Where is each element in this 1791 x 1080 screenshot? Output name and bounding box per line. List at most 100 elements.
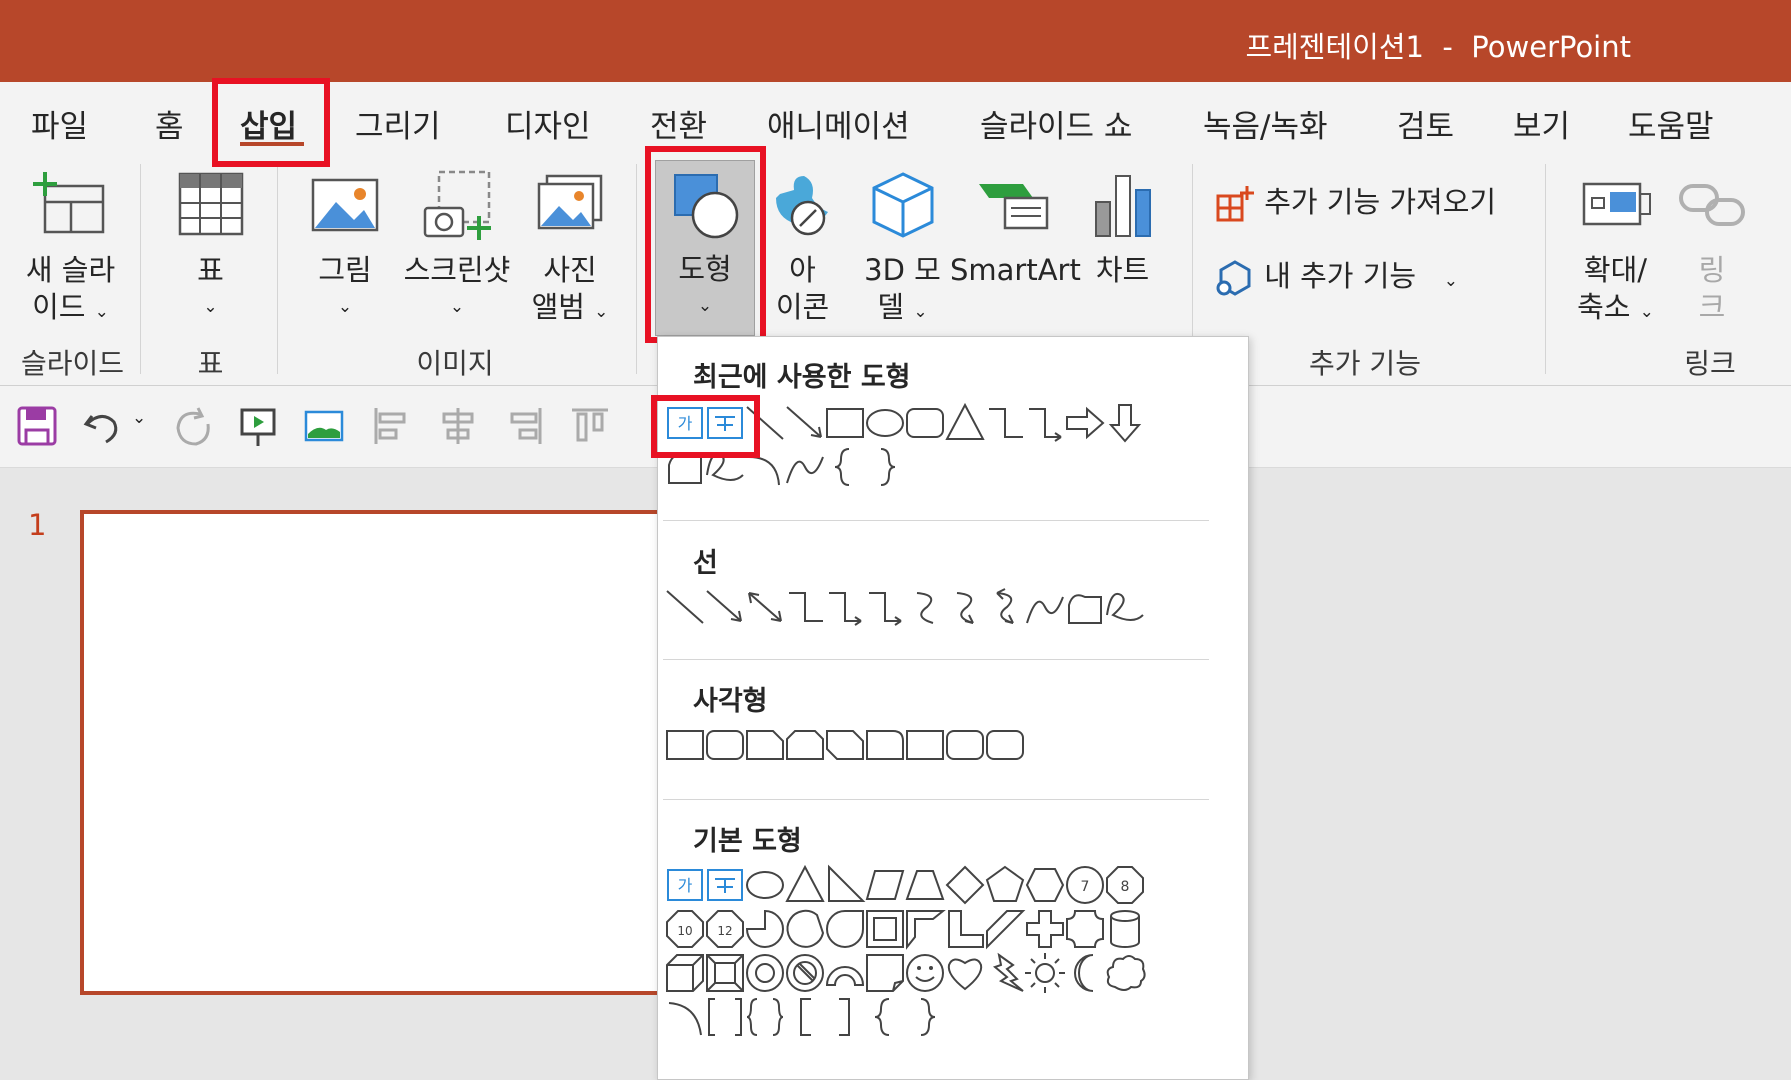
diamond-shape-icon[interactable] xyxy=(943,863,987,907)
blockarc-shape-icon[interactable] xyxy=(823,951,867,995)
pie-shape-icon[interactable] xyxy=(743,907,787,951)
tri-shape-icon[interactable] xyxy=(943,401,987,445)
cloud-shape-icon[interactable] xyxy=(1103,951,1147,995)
zoom-button[interactable]: 확대/ 축소 ⌄ xyxy=(1568,168,1663,331)
donut-shape-icon[interactable] xyxy=(743,951,787,995)
heptagon-shape-icon[interactable]: 7 xyxy=(1063,863,1107,907)
tab-transitions[interactable]: 전환 xyxy=(650,101,707,146)
get-addins-button[interactable]: 추가 기능 가져오기 xyxy=(1215,184,1496,224)
lightning-shape-icon[interactable] xyxy=(983,951,1027,995)
diagstripe-shape-icon[interactable] xyxy=(983,907,1027,951)
sun-shape-icon[interactable] xyxy=(1023,951,1067,995)
scribble-shape-icon[interactable] xyxy=(1103,585,1147,629)
undo-icon[interactable] xyxy=(82,404,122,448)
snipr-shape-icon[interactable] xyxy=(863,723,907,767)
smartart-button[interactable]: SmartArt xyxy=(950,168,1081,289)
tri-shape-icon[interactable] xyxy=(783,863,827,907)
foldedcorner-shape-icon[interactable] xyxy=(863,951,907,995)
rbrace-shape-icon[interactable] xyxy=(863,445,907,489)
elbowa-shape-icon[interactable] xyxy=(823,585,867,629)
arrow-shape-icon[interactable] xyxy=(783,401,827,445)
rect-shape-icon[interactable] xyxy=(823,401,867,445)
halfframe-shape-icon[interactable] xyxy=(903,907,947,951)
bracketpair-shape-icon[interactable] xyxy=(703,995,747,1039)
rarrow-shape-icon[interactable] xyxy=(1063,401,1107,445)
3d-models-button[interactable]: 3D 모 델 ⌄ xyxy=(855,168,950,331)
lbrace-shape-icon[interactable] xyxy=(863,995,907,1039)
bracepair-shape-icon[interactable] xyxy=(743,995,787,1039)
my-addins-button[interactable]: 내 추가 기능 ⌄ xyxy=(1215,258,1458,300)
snip2-shape-icon[interactable] xyxy=(783,723,827,767)
snip1-shape-icon[interactable] xyxy=(743,723,787,767)
present-from-start-icon[interactable] xyxy=(236,404,280,448)
tab-home[interactable]: 홈 xyxy=(155,101,184,146)
curve-shape-icon[interactable] xyxy=(783,445,827,489)
trapezoid-shape-icon[interactable] xyxy=(903,863,947,907)
dodecagon-shape-icon[interactable]: 12 xyxy=(703,907,747,951)
lbrace-shape-icon[interactable] xyxy=(823,445,867,489)
parallelogram-shape-icon[interactable] xyxy=(863,863,907,907)
curve-shape-icon[interactable] xyxy=(1023,585,1067,629)
curved-shape-icon[interactable] xyxy=(903,585,947,629)
rtri-shape-icon[interactable] xyxy=(823,863,867,907)
curvedda-shape-icon[interactable] xyxy=(983,585,1027,629)
elbow-shape-icon[interactable] xyxy=(983,401,1027,445)
rect-shape-icon[interactable] xyxy=(663,723,707,767)
rbrace-shape-icon[interactable] xyxy=(903,995,947,1039)
save-icon[interactable] xyxy=(16,404,58,448)
ellipse-shape-icon[interactable] xyxy=(863,401,907,445)
hexagon-shape-icon[interactable] xyxy=(1023,863,1067,907)
snip3-shape-icon[interactable] xyxy=(823,723,867,767)
rrect-shape-icon[interactable] xyxy=(943,723,987,767)
photo-album-button[interactable]: 사진 앨범 ⌄ xyxy=(525,174,615,331)
rrect-shape-icon[interactable] xyxy=(703,723,747,767)
lbracket-shape-icon[interactable] xyxy=(783,995,827,1039)
darrow-shape-icon[interactable] xyxy=(743,585,787,629)
heart-shape-icon[interactable] xyxy=(943,951,987,995)
tab-help[interactable]: 도움말 xyxy=(1628,101,1714,146)
tab-review[interactable]: 검토 xyxy=(1397,101,1454,146)
elbowa-shape-icon[interactable] xyxy=(1023,401,1067,445)
align-left-icon[interactable] xyxy=(370,404,414,448)
link-button[interactable]: 링 크 xyxy=(1672,168,1752,326)
redo-icon[interactable] xyxy=(170,404,214,448)
elbowa-shape-icon[interactable] xyxy=(863,585,907,629)
icons-button[interactable]: 아 이콘 xyxy=(765,168,840,326)
freeform-shape-icon[interactable] xyxy=(1063,585,1107,629)
slide-thumbnail[interactable] xyxy=(80,510,700,995)
pentagon-shape-icon[interactable] xyxy=(983,863,1027,907)
rrect-shape-icon[interactable] xyxy=(903,401,947,445)
rect-shape-icon[interactable] xyxy=(903,723,947,767)
chord-shape-icon[interactable] xyxy=(783,907,827,951)
textbox-shape-icon[interactable]: 가 xyxy=(663,863,707,907)
table-button[interactable]: 표 ⌄ xyxy=(168,168,253,326)
ellipse-shape-icon[interactable] xyxy=(743,863,787,907)
can-shape-icon[interactable] xyxy=(1103,907,1147,951)
align-right-icon[interactable] xyxy=(502,404,546,448)
line-shape-icon[interactable] xyxy=(663,585,707,629)
octagon-shape-icon[interactable]: 8 xyxy=(1103,863,1147,907)
plaque-shape-icon[interactable] xyxy=(1063,907,1107,951)
tab-view[interactable]: 보기 xyxy=(1513,101,1570,146)
tab-record[interactable]: 녹음/녹화 xyxy=(1203,101,1328,146)
new-slide-button[interactable]: 새 슬라 이드 ⌄ xyxy=(18,168,123,331)
picture-button[interactable]: 그림 ⌄ xyxy=(305,174,385,326)
darrowb-shape-icon[interactable] xyxy=(1103,401,1147,445)
screenshot-button[interactable]: 스크린샷 ⌄ xyxy=(397,168,517,326)
chevron-down-icon[interactable]: ⌄ xyxy=(132,408,146,428)
curveda-shape-icon[interactable] xyxy=(943,585,987,629)
nosymbol-shape-icon[interactable] xyxy=(783,951,827,995)
teardrop-shape-icon[interactable] xyxy=(823,907,867,951)
lshape-shape-icon[interactable] xyxy=(943,907,987,951)
tab-draw[interactable]: 그리기 xyxy=(355,101,441,146)
elbow-shape-icon[interactable] xyxy=(783,585,827,629)
arrow-shape-icon[interactable] xyxy=(703,585,747,629)
frame-shape-icon[interactable] xyxy=(863,907,907,951)
tab-slideshow[interactable]: 슬라이드 쇼 xyxy=(980,101,1132,146)
tab-file[interactable]: 파일 xyxy=(31,101,88,146)
rrect-shape-icon[interactable] xyxy=(983,723,1027,767)
cross-shape-icon[interactable] xyxy=(1023,907,1067,951)
arc2-shape-icon[interactable] xyxy=(663,995,707,1039)
decagon-shape-icon[interactable]: 10 xyxy=(663,907,707,951)
moon-shape-icon[interactable] xyxy=(1063,951,1107,995)
